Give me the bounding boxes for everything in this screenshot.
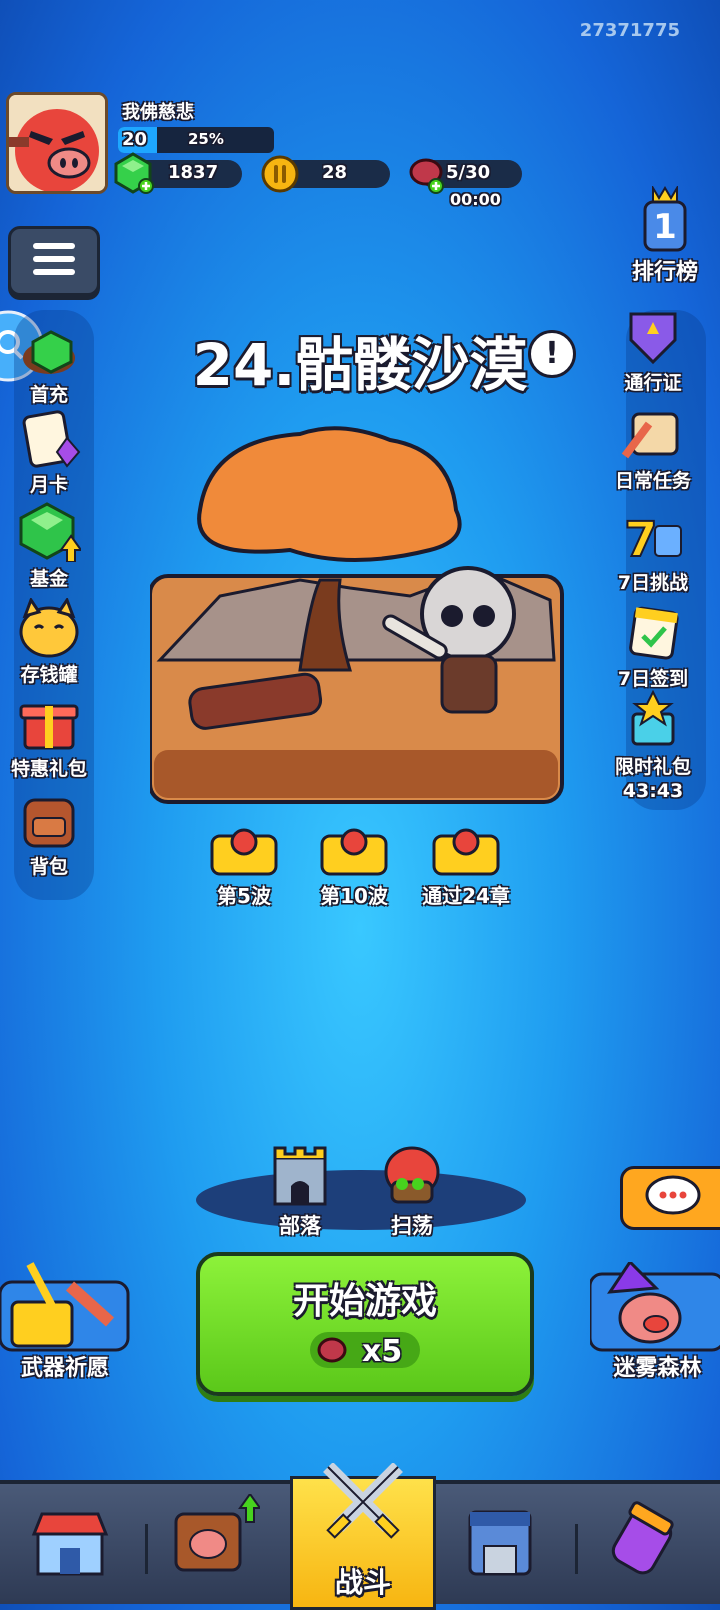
gift-icon [631,689,675,746]
daily-tasks-button[interactable]: 日常任务 [598,404,708,492]
weapon-wish-button[interactable]: 武器祈愿 [0,1262,130,1382]
coin-count: 28 [322,162,348,183]
crossed-swords-icon [323,1463,403,1539]
chest-icon [210,828,278,876]
potion-icon [611,1501,674,1575]
stage-preview-image[interactable] [150,420,570,820]
backpack-button[interactable]: 背包 [0,790,104,878]
exp-progress-bar: 20 25% [118,127,274,153]
chat-button[interactable] [620,1166,720,1230]
backpack-icon [23,798,75,848]
reward-chest-clear-chapter[interactable]: 通过24章 [406,826,526,909]
info-icon[interactable]: ! [528,330,576,378]
nav-tab-potion[interactable] [580,1484,720,1604]
seven-day-challenge-button[interactable]: 7 7日挑战 [598,506,708,594]
seven-day-gift-icon: 7 [623,511,682,569]
player-level: 20 [122,129,148,150]
fund-gem-icon [19,502,83,563]
stage-title: 24.骷髅沙漠 [192,331,528,399]
misty-forest-label: 迷雾森林 [613,1356,702,1381]
tribe-button[interactable]: 部落 [240,1144,360,1240]
building-icon [468,1510,532,1576]
gift-box-icon [19,704,79,750]
nav-tab-building[interactable] [430,1484,570,1604]
sweep-button[interactable]: 扫荡 [352,1144,472,1240]
monthly-card-button[interactable]: 月卡 [0,408,104,496]
start-cost-value: x5 [362,1334,403,1369]
trophy-icon: 1 [643,184,687,252]
coin-icon [261,155,299,193]
chat-bubble-icon [645,1175,701,1215]
player-avatar[interactable] [6,92,108,194]
player-name: 我佛慈悲 [122,102,194,123]
svg-text:7: 7 [624,512,657,566]
reward-chest-wave-5[interactable]: 第5波 [184,826,304,909]
nav-tab-heroes[interactable] [150,1484,290,1604]
seven-day-signin-button[interactable]: 7日签到 [598,602,708,690]
stamina-timer: 00:00 [450,190,501,209]
nav-tab-shop[interactable] [0,1484,140,1604]
limited-gift-pack-button[interactable]: 限时礼包 43:43 [598,689,708,802]
meat-stamina-icon [409,158,444,194]
gem-icon [114,152,154,194]
reward-chest-wave-10[interactable]: 第10波 [294,826,414,909]
chest-icon [320,828,388,876]
leaderboard-button[interactable]: 1 排行榜 [610,184,720,284]
nav-battle-label: 战斗 [334,1566,391,1599]
hamburger-icon [33,243,75,249]
start-game-label: 开始游戏 [292,1281,437,1322]
weapon-chest-icon [0,1262,130,1352]
fund-button[interactable]: 基金 [0,502,104,590]
player-id-number: 27371775 [579,20,680,41]
angry-pig-avatar-icon [9,95,105,191]
limited-gift-timer: 43:43 [622,780,684,802]
nav-tab-battle[interactable]: 战斗 [290,1463,436,1610]
shop-icon [31,1512,109,1576]
start-game-button[interactable]: 开始游戏 x5 [196,1252,534,1396]
menu-button[interactable] [8,226,100,296]
meat-stamina-icon [317,1337,347,1363]
bottom-navigation: 战斗 [0,1463,720,1610]
gem-count: 1837 [168,162,219,183]
lucky-cat-icon [19,596,79,658]
castle-icon [273,1146,327,1206]
exp-percent: 25% [188,130,224,148]
weapon-wish-label: 武器祈愿 [20,1356,109,1381]
special-gift-pack-button[interactable]: 特惠礼包 [0,692,104,780]
svg-text:1: 1 [653,207,677,247]
piggy-bank-button[interactable]: 存钱罐 [0,596,104,686]
start-cost: x5 [310,1332,420,1369]
chest-icon [432,828,500,876]
calendar-check-icon [629,606,679,660]
wizard-pig-icon [588,1259,720,1352]
scroll-icon [621,412,679,459]
misty-forest-button[interactable]: 迷雾森林 [588,1259,720,1382]
card-icon [22,410,81,468]
sweep-pig-icon [384,1146,440,1204]
stamina-count: 5/30 [446,162,491,183]
hero-book-icon [174,1494,260,1572]
